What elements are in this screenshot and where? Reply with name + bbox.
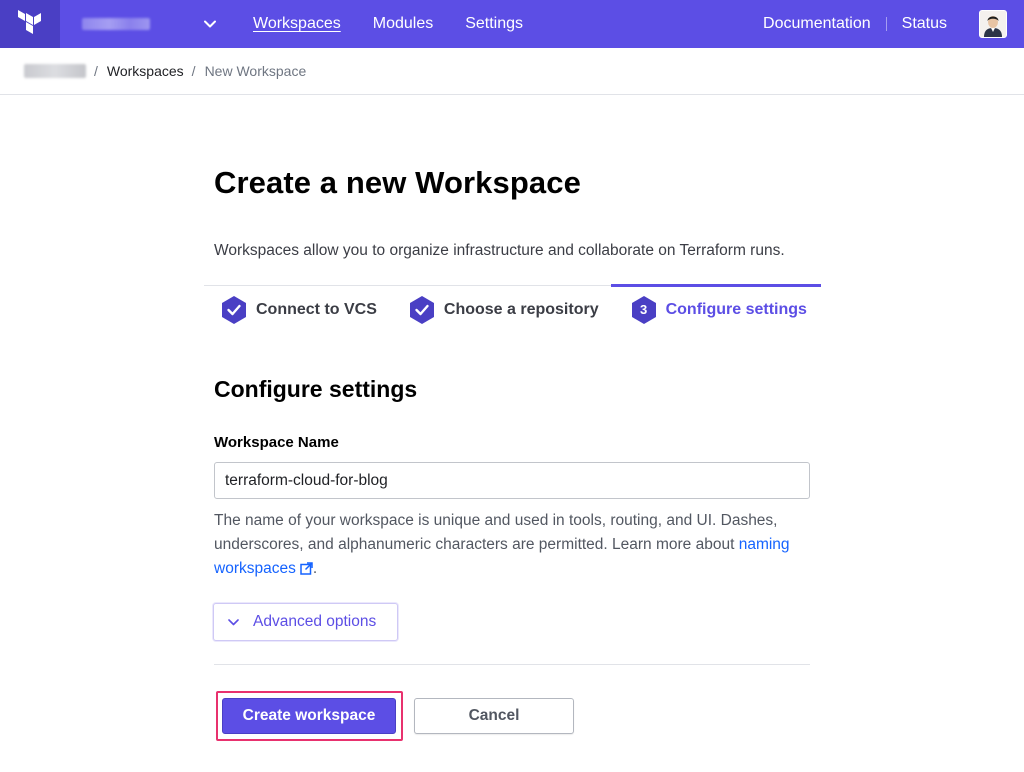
chevron-down-icon bbox=[228, 615, 242, 629]
secondary-nav: Documentation Status bbox=[763, 0, 1024, 48]
nav-workspaces[interactable]: Workspaces bbox=[253, 15, 341, 33]
nav-documentation[interactable]: Documentation bbox=[763, 15, 871, 33]
wizard-steps: Connect to VCS Choose a repository 3 Con… bbox=[204, 284, 821, 333]
form-divider bbox=[214, 664, 810, 665]
nav-divider bbox=[885, 17, 887, 31]
check-icon bbox=[220, 295, 248, 325]
primary-nav: Workspaces Modules Settings bbox=[253, 15, 555, 33]
step-label: Configure settings bbox=[665, 300, 807, 318]
external-link-icon bbox=[300, 559, 313, 583]
breadcrumb-separator: / bbox=[191, 63, 196, 79]
chevron-down-icon[interactable] bbox=[200, 14, 220, 34]
step-choose-repository[interactable]: Choose a repository bbox=[408, 295, 599, 325]
page-title: Create a new Workspace bbox=[214, 165, 581, 200]
help-text-end: . bbox=[312, 560, 318, 577]
breadcrumb-organization-redacted[interactable] bbox=[24, 64, 86, 78]
organization-switcher[interactable] bbox=[60, 0, 228, 48]
breadcrumb: / Workspaces / New Workspace bbox=[0, 48, 1024, 95]
help-text-body: The name of your workspace is unique and… bbox=[214, 512, 778, 553]
create-workspace-button[interactable]: Create workspace bbox=[222, 698, 396, 734]
breadcrumb-separator: / bbox=[94, 63, 98, 79]
cancel-button[interactable]: Cancel bbox=[414, 698, 574, 734]
workspace-name-help: The name of your workspace is unique and… bbox=[214, 509, 814, 583]
step-configure-settings[interactable]: 3 Configure settings bbox=[630, 295, 807, 325]
advanced-options-label: Advanced options bbox=[253, 613, 377, 630]
top-nav: Workspaces Modules Settings Documentatio… bbox=[0, 0, 1024, 48]
step-connect-to-vcs[interactable]: Connect to VCS bbox=[220, 295, 377, 325]
step-label: Connect to VCS bbox=[256, 300, 377, 318]
terraform-logo[interactable] bbox=[0, 0, 60, 48]
terraform-logo-icon bbox=[18, 10, 41, 34]
organization-name-redacted bbox=[82, 18, 150, 30]
avatar[interactable] bbox=[979, 10, 1007, 38]
workspace-name-label: Workspace Name bbox=[214, 434, 339, 451]
step-number-badge: 3 bbox=[630, 295, 658, 325]
nav-modules[interactable]: Modules bbox=[373, 15, 433, 33]
advanced-options-toggle[interactable]: Advanced options bbox=[213, 603, 398, 641]
breadcrumb-current: New Workspace bbox=[204, 63, 307, 79]
nav-status[interactable]: Status bbox=[902, 15, 947, 33]
nav-settings[interactable]: Settings bbox=[465, 15, 523, 33]
step-number: 3 bbox=[639, 302, 648, 317]
section-title: Configure settings bbox=[214, 376, 418, 402]
check-icon bbox=[408, 295, 436, 325]
active-step-indicator bbox=[611, 284, 821, 287]
breadcrumb-workspaces[interactable]: Workspaces bbox=[107, 63, 184, 79]
step-label: Choose a repository bbox=[443, 300, 599, 318]
page-description: Workspaces allow you to organize infrast… bbox=[214, 242, 785, 259]
user-avatar-icon bbox=[980, 11, 1006, 37]
workspace-name-input[interactable] bbox=[214, 462, 810, 499]
